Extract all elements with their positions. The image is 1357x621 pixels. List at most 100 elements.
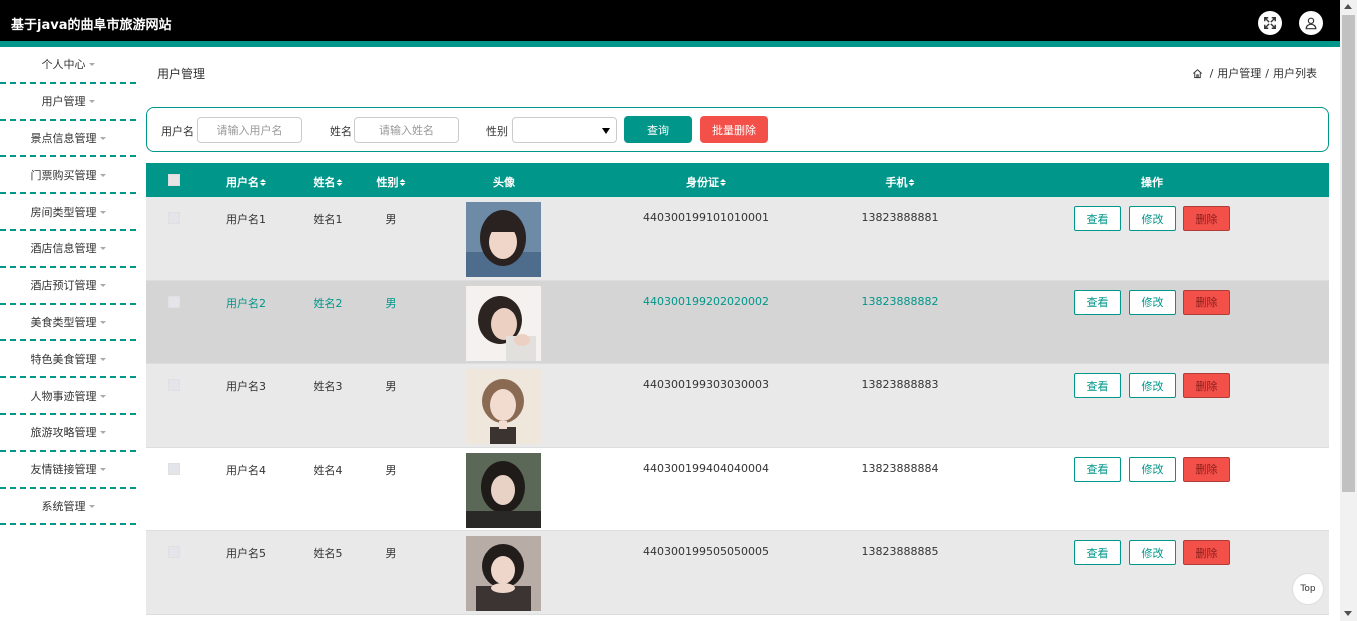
breadcrumb-parent[interactable]: 用户管理 — [1217, 65, 1261, 81]
cell-idcard: 440300199202020002 — [643, 294, 769, 308]
caret-down-icon — [99, 431, 106, 435]
cell-phone: 13823888882 — [861, 294, 939, 308]
sidebar-item-special-food-management[interactable]: 特色美食管理 — [0, 341, 136, 379]
edit-button[interactable]: 修改 — [1129, 373, 1176, 399]
column-phone[interactable]: 手机 — [886, 174, 915, 190]
row-checkbox[interactable] — [168, 295, 180, 308]
row-checkbox[interactable] — [168, 212, 180, 224]
view-button[interactable]: 查看 — [1074, 456, 1121, 482]
sidebar-item-label: 房间类型管理 — [30, 205, 97, 219]
sidebar-item-ticket-management[interactable]: 门票购买管理 — [0, 157, 136, 195]
cell-name: 姓名5 — [313, 547, 343, 561]
column-username[interactable]: 用户名 — [226, 174, 266, 190]
view-button[interactable]: 查看 — [1074, 373, 1121, 399]
column-label: 头像 — [493, 176, 515, 189]
sidebar-item-personal-center[interactable]: 个人中心 — [0, 47, 136, 84]
scrollbar-thumb[interactable] — [1342, 15, 1355, 492]
sidebar-item-user-management[interactable]: 用户管理 — [0, 84, 136, 121]
column-idcard[interactable]: 身份证 — [686, 174, 726, 190]
column-avatar: 头像 — [493, 174, 515, 190]
gender-select[interactable] — [512, 117, 617, 143]
table-row[interactable]: 用户名1 姓名1 男 440300199101010001 1382388888… — [146, 197, 1329, 281]
caret-down-icon — [99, 136, 106, 140]
delete-button[interactable]: 删除 — [1183, 373, 1230, 399]
cell-name: 姓名4 — [313, 463, 343, 477]
column-gender[interactable]: 性别 — [377, 174, 406, 190]
cell-name: 姓名3 — [313, 380, 343, 394]
back-to-top-button[interactable]: Top — [1292, 573, 1324, 605]
cell-username: 用户名1 — [226, 213, 266, 226]
app-title: 基于java的曲阜市旅游网站 — [11, 18, 172, 33]
batch-delete-button[interactable]: 批量删除 — [700, 116, 768, 143]
table-row[interactable]: 用户名2 姓名2 男 440300199202020002 1382388888… — [146, 280, 1329, 365]
table-header: 用户名 姓名 性别 头像 身份证 手机 操作 — [146, 163, 1329, 197]
row-checkbox[interactable] — [168, 546, 180, 559]
edit-button[interactable]: 修改 — [1129, 540, 1176, 566]
sidebar-item-label: 人物事迹管理 — [30, 389, 97, 403]
delete-button[interactable]: 删除 — [1183, 206, 1230, 231]
scroll-up-icon[interactable] — [1344, 4, 1352, 9]
breadcrumb-current: 用户列表 — [1273, 67, 1317, 80]
page-scrollbar[interactable] — [1340, 0, 1357, 621]
caret-down-icon — [99, 468, 106, 472]
column-name[interactable]: 姓名 — [314, 174, 343, 190]
view-button[interactable]: 查看 — [1074, 540, 1121, 566]
edit-button[interactable]: 修改 — [1129, 206, 1176, 231]
username-search-input[interactable] — [197, 117, 302, 143]
avatar — [466, 369, 541, 445]
column-label: 性别 — [376, 176, 399, 189]
sidebar-item-label: 酒店信息管理 — [30, 242, 97, 256]
delete-button[interactable]: 删除 — [1183, 456, 1230, 482]
fullscreen-icon — [1264, 17, 1276, 29]
cell-gender: 男 — [385, 380, 397, 394]
home-icon[interactable] — [1192, 68, 1203, 79]
name-search-input[interactable] — [354, 117, 459, 143]
sidebar-item-scenic-management[interactable]: 景点信息管理 — [0, 121, 136, 158]
sidebar-item-figures-management[interactable]: 人物事迹管理 — [0, 378, 136, 415]
delete-button[interactable]: 删除 — [1183, 540, 1230, 566]
cell-name: 姓名1 — [313, 213, 343, 226]
edit-button[interactable]: 修改 — [1129, 289, 1176, 315]
sidebar-item-label: 旅游攻略管理 — [30, 426, 97, 440]
sidebar-item-label: 景点信息管理 — [30, 131, 97, 145]
view-button[interactable]: 查看 — [1074, 206, 1121, 231]
sidebar-menu: 个人中心 用户管理 景点信息管理 门票购买管理 房间类型管理 酒店信息管理 酒店… — [0, 47, 136, 526]
sidebar-item-label: 特色美食管理 — [30, 352, 97, 366]
username-label: 用户名 — [161, 125, 194, 138]
row-checkbox[interactable] — [168, 379, 180, 392]
caret-down-icon — [99, 357, 106, 361]
sort-icon — [908, 178, 915, 186]
select-all-checkbox[interactable] — [168, 174, 180, 186]
delete-button[interactable]: 删除 — [1183, 289, 1230, 315]
column-actions: 操作 — [1141, 174, 1163, 190]
sidebar-item-food-type-management[interactable]: 美食类型管理 — [0, 305, 136, 342]
table-row[interactable]: 用户名3 姓名3 男 440300199303030003 1382388888… — [146, 364, 1329, 448]
fullscreen-button[interactable] — [1258, 11, 1282, 35]
edit-button[interactable]: 修改 — [1129, 456, 1176, 482]
row-checkbox[interactable] — [168, 462, 180, 475]
breadcrumb-separator: / — [1209, 66, 1214, 80]
sort-icon — [260, 178, 266, 186]
cell-username: 用户名5 — [226, 547, 266, 561]
sidebar-item-system-management[interactable]: 系统管理 — [0, 489, 136, 526]
user-avatar-button[interactable] — [1299, 11, 1323, 35]
table-row[interactable]: 用户名4 姓名4 男 440300199404040004 1382388888… — [146, 447, 1329, 532]
sidebar-item-room-type-management[interactable]: 房间类型管理 — [0, 194, 136, 231]
view-button[interactable]: 查看 — [1074, 289, 1121, 315]
cell-idcard: 440300199404040004 — [643, 461, 769, 475]
breadcrumb: / 用户管理 / 用户列表 — [1192, 65, 1317, 81]
cell-username: 用户名3 — [226, 380, 266, 394]
caret-down-icon — [99, 284, 106, 288]
sidebar-item-hotel-info-management[interactable]: 酒店信息管理 — [0, 231, 136, 268]
column-label: 身份证 — [686, 176, 719, 189]
sort-icon — [720, 178, 726, 186]
sidebar-item-travel-guide-management[interactable]: 旅游攻略管理 — [0, 415, 136, 452]
sidebar-item-label: 个人中心 — [41, 58, 86, 72]
cell-username: 用户名2 — [226, 296, 266, 310]
scroll-down-icon[interactable] — [1344, 611, 1352, 616]
query-button[interactable]: 查询 — [624, 116, 692, 143]
sidebar-item-links-management[interactable]: 友情链接管理 — [0, 452, 136, 489]
sidebar-item-hotel-booking-management[interactable]: 酒店预订管理 — [0, 268, 136, 305]
table-row[interactable]: 用户名5 姓名5 男 440300199505050005 1382388888… — [146, 531, 1329, 615]
sidebar-item-label: 友情链接管理 — [30, 463, 97, 477]
